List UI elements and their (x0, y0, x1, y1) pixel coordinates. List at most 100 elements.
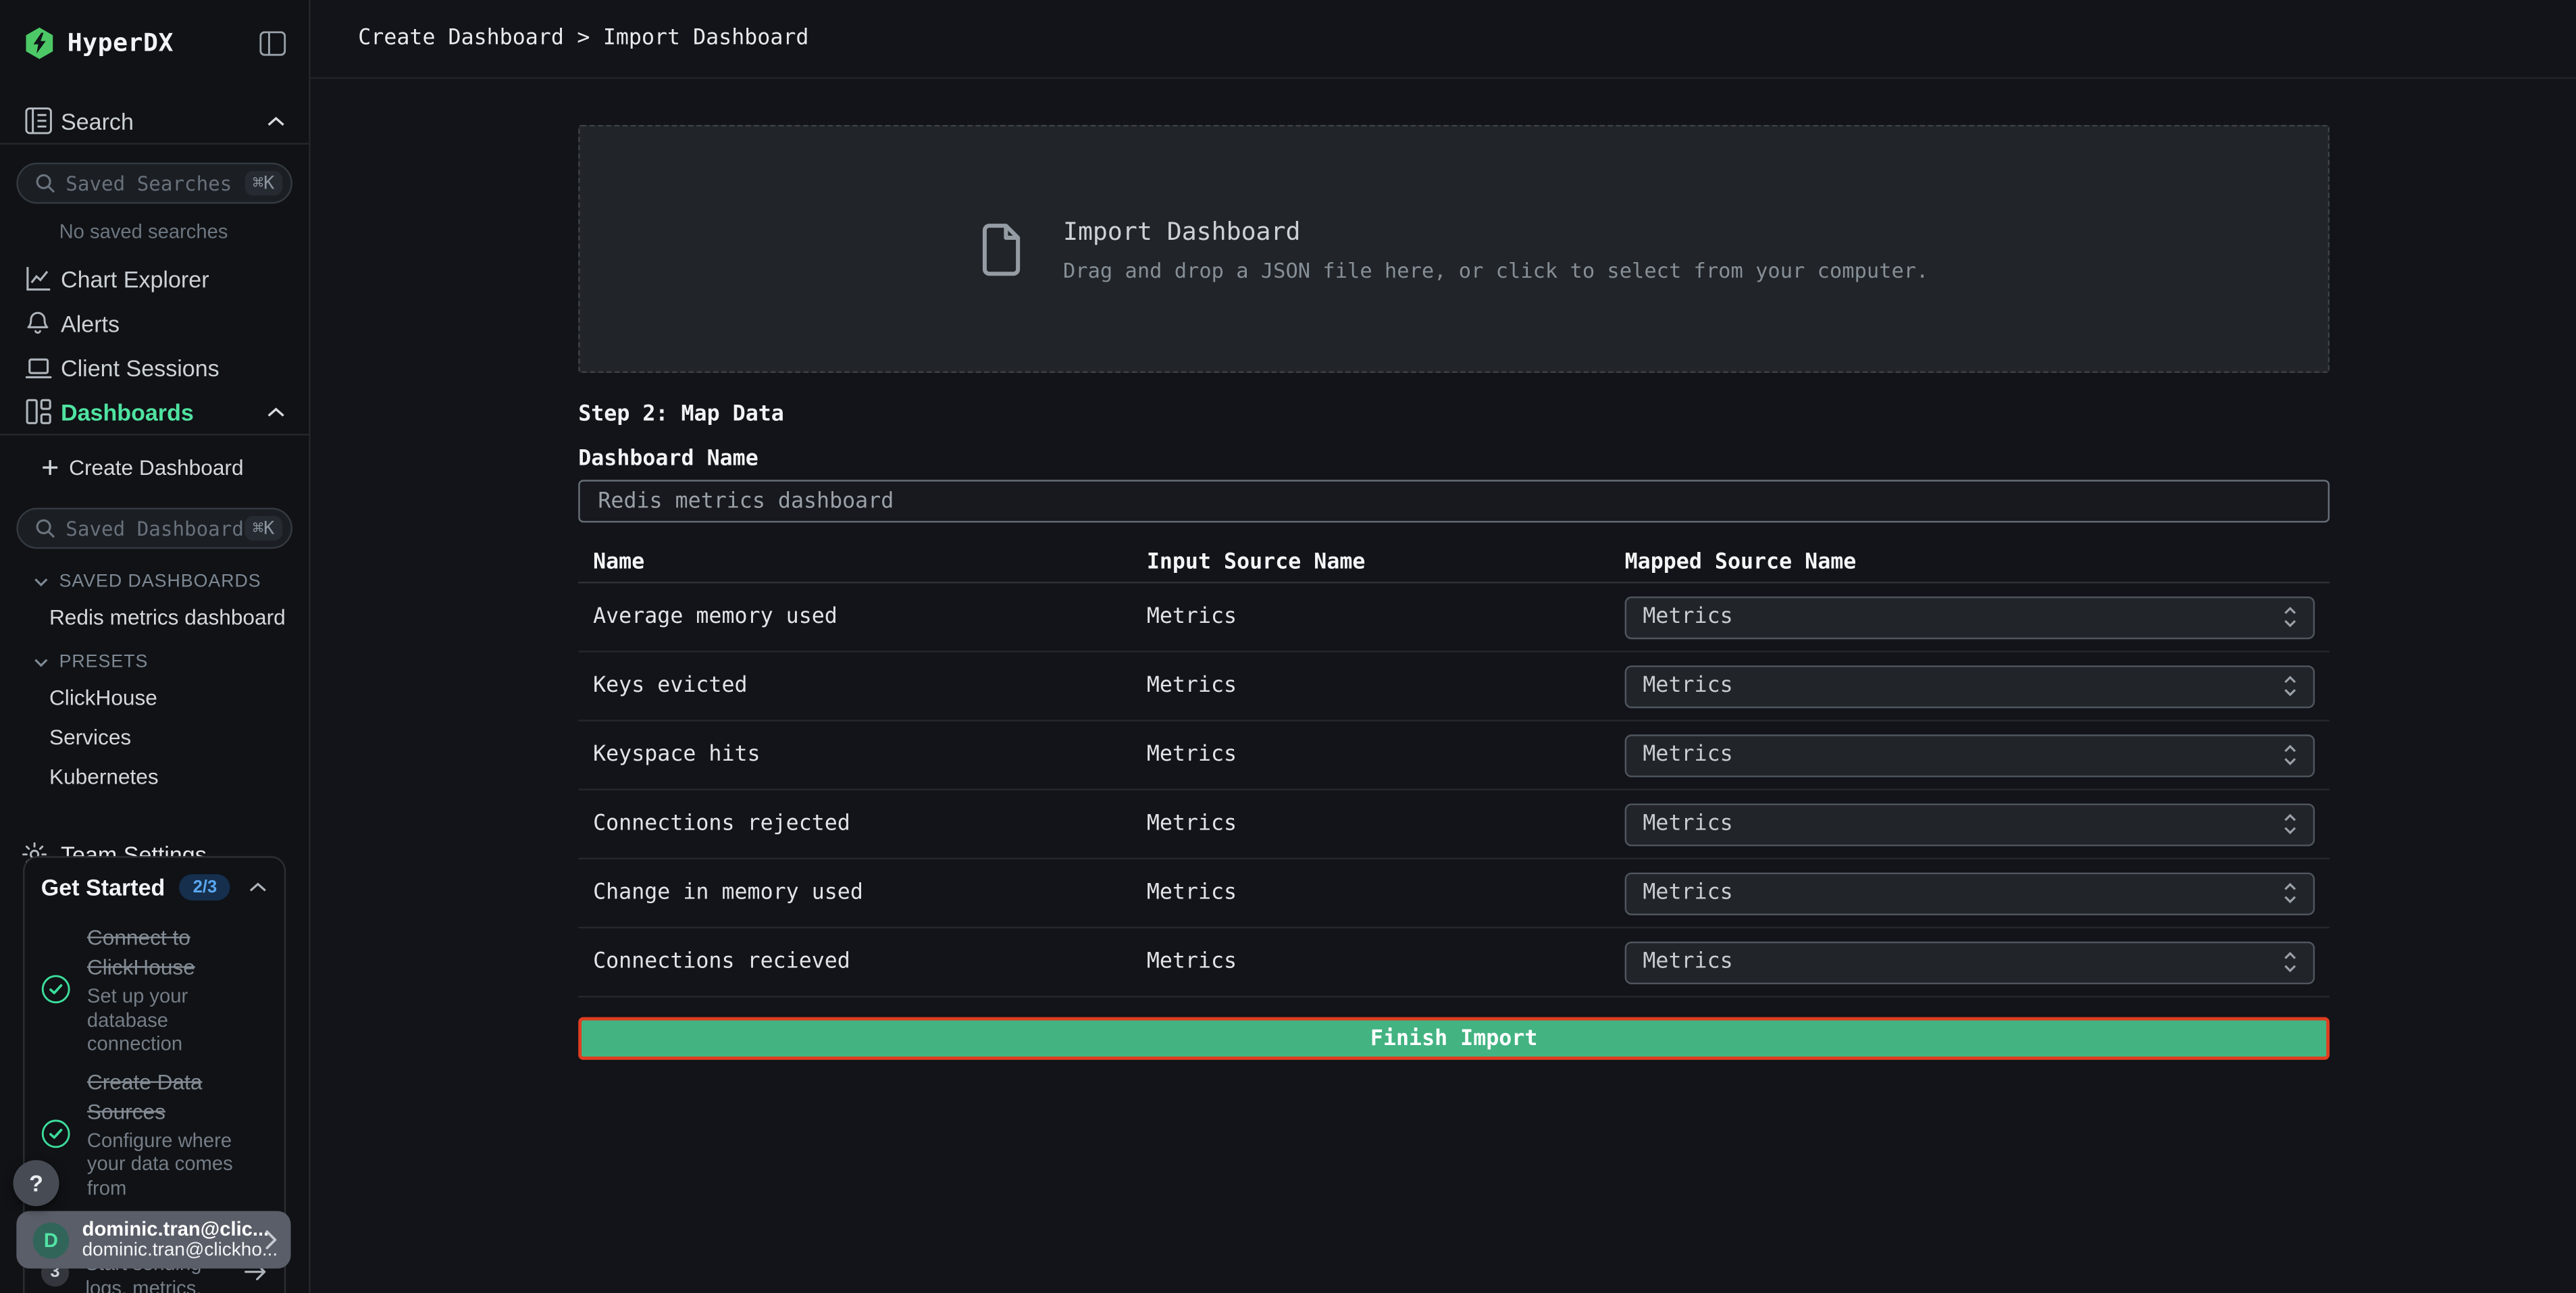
mapped-source-cell: Metrics (1610, 734, 2329, 776)
input-source-cell: Metrics (1132, 881, 1610, 905)
dashboard-name-input[interactable] (578, 480, 2329, 522)
chevron-right-icon (265, 1229, 278, 1250)
import-content: Import Dashboard Drag and drop a JSON fi… (578, 79, 2329, 1060)
input-source-cell: Metrics (1132, 674, 1610, 698)
select-chevrons-icon (2282, 674, 2298, 698)
item-title: Create Data Sources (87, 1069, 202, 1123)
saved-searches-input[interactable] (66, 172, 244, 195)
table-row: Keys evicted Metrics Metrics (578, 653, 2329, 721)
progress-badge: 2/3 (180, 875, 230, 901)
user-name: dominic.tran@clic... (82, 1217, 261, 1240)
sidebar-collapse-button[interactable] (259, 30, 286, 55)
mapped-source-select[interactable]: Metrics (1625, 596, 2315, 638)
json-dropzone[interactable]: Import Dashboard Drag and drop a JSON fi… (578, 125, 2329, 373)
table-header-row: Name Input Source Name Mapped Source Nam… (578, 542, 2329, 584)
section-presets[interactable]: PRESETS (33, 653, 309, 672)
item-desc: Configure where your data comes from (87, 1128, 268, 1200)
preset-item-clickhouse[interactable]: ClickHouse (49, 685, 309, 709)
column-header-input-source: Input Source Name (1132, 550, 1610, 574)
laptop-icon (23, 354, 53, 380)
section-label: PRESETS (59, 653, 149, 672)
table-row: Connections rejected Metrics Metrics (578, 790, 2329, 859)
sidebar-item-client-sessions[interactable]: Client Sessions (0, 345, 309, 390)
get-started-header[interactable]: Get Started 2/3 (41, 871, 268, 904)
section-saved-dashboards[interactable]: SAVED DASHBOARDS (33, 572, 309, 591)
search-icon (34, 172, 56, 194)
item-text: Connect to ClickHouse Set up your databa… (87, 923, 268, 1056)
shortcut-badge: ⌘K (244, 516, 283, 540)
table-row: Keyspace hits Metrics Metrics (578, 721, 2329, 790)
sidebar-nav: Chart Explorer Alerts Cl (0, 256, 309, 434)
mapped-source-select[interactable]: Metrics (1625, 871, 2315, 914)
input-source-cell: Metrics (1132, 605, 1610, 629)
search-icon (34, 517, 56, 539)
saved-dashboard-item[interactable]: Redis metrics dashboard (49, 605, 309, 629)
sidebar-divider (0, 143, 309, 145)
chevron-up-icon (266, 405, 286, 418)
sidebar-item-label: Search (61, 107, 134, 134)
sidebar-item-label: Client Sessions (61, 354, 220, 380)
get-started-item-sources[interactable]: Create Data Sources Configure where your… (41, 1067, 268, 1200)
chart-name-cell: Connections recieved (578, 950, 1132, 974)
mapped-source-cell: Metrics (1610, 665, 2329, 707)
mapped-source-select[interactable]: Metrics (1625, 941, 2315, 984)
table-row: Connections recieved Metrics Metrics (578, 928, 2329, 997)
get-started-title: Get Started (41, 874, 165, 901)
sidebar: HyperDX Search (0, 0, 311, 1293)
sidebar-item-search[interactable]: Search (0, 99, 309, 143)
saved-searches-searchbox[interactable]: ⌘K (16, 163, 292, 204)
sidebar-item-chart-explorer[interactable]: Chart Explorer (0, 256, 309, 301)
app-title: HyperDX (68, 28, 174, 57)
item-desc: Set up your database connection (87, 984, 268, 1056)
select-chevrons-icon (2282, 812, 2298, 836)
input-source-cell: Metrics (1132, 950, 1610, 974)
section-label: SAVED DASHBOARDS (59, 572, 261, 591)
input-source-cell: Metrics (1132, 812, 1610, 836)
avatar: D (33, 1221, 70, 1258)
chevron-up-icon (248, 881, 267, 894)
breadcrumb-create-dashboard[interactable]: Create Dashboard (358, 26, 564, 51)
main-area: Create Dashboard > Import Dashboard Impo… (311, 0, 2576, 1293)
shortcut-badge: ⌘K (244, 171, 283, 195)
sidebar-item-label: Dashboards (61, 399, 194, 425)
item-title: Connect to ClickHouse (87, 925, 195, 979)
mapped-source-select[interactable]: Metrics (1625, 803, 2315, 845)
create-dashboard-button[interactable]: Create Dashboard (0, 445, 309, 490)
finish-import-button[interactable]: Finish Import (578, 1017, 2329, 1060)
chevron-down-icon (33, 657, 49, 668)
mapped-source-select[interactable]: Metrics (1625, 665, 2315, 707)
step-label: Step 2: Map Data (578, 403, 2329, 427)
user-text: dominic.tran@clic... dominic.tran@clickh… (82, 1217, 261, 1262)
mapped-source-cell: Metrics (1610, 871, 2329, 914)
sidebar-divider (0, 434, 309, 435)
preset-item-kubernetes[interactable]: Kubernetes (49, 764, 309, 788)
get-started-item-connect[interactable]: Connect to ClickHouse Set up your databa… (41, 923, 268, 1056)
check-circle-icon (41, 975, 71, 1005)
select-chevrons-icon (2282, 881, 2298, 905)
mapped-source-select[interactable]: Metrics (1625, 734, 2315, 776)
chart-name-cell: Keyspace hits (578, 742, 1132, 767)
sidebar-item-alerts[interactable]: Alerts (0, 301, 309, 345)
saved-dashboards-input[interactable] (66, 517, 244, 540)
dropzone-text: Import Dashboard Drag and drop a JSON fi… (1063, 216, 1928, 282)
user-email: dominic.tran@clickho... (82, 1240, 261, 1262)
help-button[interactable]: ? (13, 1160, 59, 1206)
sidebar-item-dashboards[interactable]: Dashboards (0, 389, 309, 434)
item-text: Create Data Sources Configure where your… (87, 1067, 268, 1200)
breadcrumb-import-dashboard[interactable]: Import Dashboard (603, 26, 809, 51)
dropzone-subtitle: Drag and drop a JSON file here, or click… (1063, 257, 1928, 282)
chart-name-cell: Connections rejected (578, 812, 1132, 836)
table-row: Average memory used Metrics Metrics (578, 584, 2329, 653)
dashboard-columns-icon (23, 398, 53, 426)
chart-name-cell: Average memory used (578, 605, 1132, 629)
select-chevrons-icon (2282, 605, 2298, 629)
plus-icon (41, 459, 59, 477)
mapped-source-cell: Metrics (1610, 803, 2329, 845)
chevron-up-icon (266, 114, 286, 127)
saved-dashboards-searchbox[interactable]: ⌘K (16, 508, 292, 549)
user-profile-chip[interactable]: D dominic.tran@clic... dominic.tran@clic… (16, 1211, 290, 1269)
preset-item-services[interactable]: Services (49, 725, 309, 749)
page-header: Create Dashboard > Import Dashboard (311, 0, 2576, 79)
file-icon (979, 221, 1024, 277)
dashboard-name-label: Dashboard Name (578, 447, 2329, 472)
